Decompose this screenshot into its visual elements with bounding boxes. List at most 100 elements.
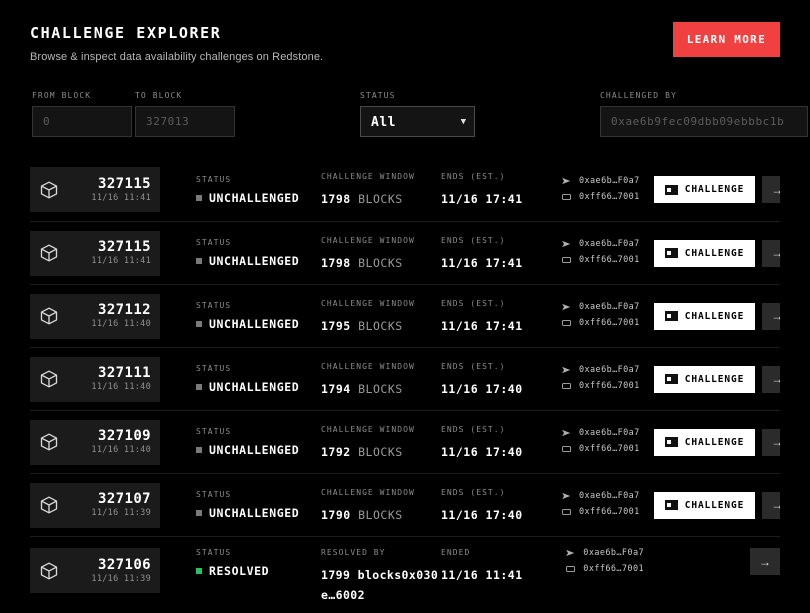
block-card[interactable]: 327115 11/16 11:41 bbox=[30, 230, 160, 276]
filter-bar: FROM BLOCK TO BLOCK STATUS All ▼ CHALLEN… bbox=[30, 91, 808, 141]
ends-cell: ENDS (EST.) 11/16 17:40 bbox=[441, 362, 561, 397]
block-card[interactable]: 327111 11/16 11:40 bbox=[30, 356, 160, 402]
learn-more-button[interactable]: LEARN MORE bbox=[672, 22, 780, 57]
from-block-input[interactable] bbox=[32, 106, 132, 137]
block-card[interactable]: 327112 11/16 11:40 bbox=[30, 293, 160, 339]
send-icon bbox=[566, 549, 575, 557]
challenge-button[interactable]: CHALLENGE bbox=[653, 239, 756, 267]
resolver-address[interactable]: 0xff66…7001 bbox=[561, 255, 640, 265]
to-block-field-group: TO BLOCK bbox=[135, 91, 235, 137]
proposer-address[interactable]: 0xae6b…F0a7 bbox=[561, 365, 640, 375]
block-card[interactable]: 327115 11/16 11:41 bbox=[30, 167, 160, 212]
proposer-address-text: 0xae6b…F0a7 bbox=[579, 302, 640, 312]
ends-value: 11/16 17:41 bbox=[441, 192, 523, 206]
status-badge: UNCHALLENGED bbox=[196, 380, 321, 394]
resolver-address-text: 0xff66…7001 bbox=[579, 444, 640, 454]
challenge-window-label: CHALLENGE WINDOW bbox=[321, 172, 415, 181]
block-card[interactable]: 327107 11/16 11:39 bbox=[30, 482, 160, 528]
shield-icon bbox=[664, 184, 678, 195]
table-row[interactable]: 327106 11/16 11:39 STATUS RESOLVED RESOL… bbox=[30, 536, 780, 613]
challenged-by-label: CHALLENGED BY bbox=[600, 91, 677, 100]
status-label: STATUS bbox=[196, 548, 232, 557]
proposer-address-text: 0xae6b…F0a7 bbox=[579, 428, 640, 438]
challenge-button[interactable]: CHALLENGE bbox=[653, 365, 756, 393]
block-meta: 327109 11/16 11:40 bbox=[59, 428, 151, 456]
resolver-address[interactable]: 0xff66…7001 bbox=[561, 381, 640, 391]
challenge-button-label: CHALLENGE bbox=[684, 499, 745, 511]
resolver-address[interactable]: 0xff66…7001 bbox=[561, 192, 640, 202]
proposer-address[interactable]: 0xae6b…F0a7 bbox=[561, 491, 640, 501]
shield-icon bbox=[664, 437, 678, 447]
proposer-address-text: 0xae6b…F0a7 bbox=[583, 548, 644, 558]
resolved-by-label: RESOLVED BY bbox=[321, 548, 386, 557]
status-dot-icon bbox=[196, 194, 202, 201]
challenge-window-value: 1792 BLOCKS bbox=[321, 444, 403, 459]
row-detail-arrow-button[interactable]: → bbox=[762, 239, 780, 267]
to-block-input[interactable] bbox=[135, 106, 235, 137]
proposer-address[interactable]: 0xae6b…F0a7 bbox=[565, 548, 644, 558]
status-value: UNCHALLENGED bbox=[209, 190, 300, 205]
status-label: STATUS bbox=[196, 174, 232, 184]
challenge-button[interactable]: CHALLENGE bbox=[653, 428, 756, 456]
row-detail-arrow-button[interactable]: → bbox=[762, 365, 780, 393]
proposer-address-text: 0xae6b…F0a7 bbox=[579, 175, 640, 186]
challenged-by-input[interactable] bbox=[600, 106, 808, 137]
challenge-button[interactable]: CHALLENGE bbox=[653, 176, 756, 203]
shield-icon bbox=[664, 374, 678, 384]
ends-cell: ENDS (EST.) 11/16 17:41 bbox=[441, 172, 561, 207]
send-icon bbox=[562, 366, 571, 374]
status-badge: UNCHALLENGED bbox=[196, 254, 321, 268]
challenge-list: 327115 11/16 11:41 STATUS UNCHALLENGED C… bbox=[30, 158, 780, 613]
proposer-address[interactable]: 0xae6b…F0a7 bbox=[561, 302, 640, 312]
proposer-address[interactable]: 0xae6b…F0a7 bbox=[561, 239, 640, 249]
block-card[interactable]: 327109 11/16 11:40 bbox=[30, 419, 160, 465]
status-cell: STATUS UNCHALLENGED bbox=[196, 301, 321, 331]
block-meta: 327115 11/16 11:41 bbox=[59, 239, 151, 267]
table-row[interactable]: 327115 11/16 11:41 STATUS UNCHALLENGED C… bbox=[30, 221, 780, 284]
challenge-explorer-page: CHALLENGE EXPLORER Browse & inspect data… bbox=[0, 0, 810, 613]
row-detail-arrow-button[interactable]: → bbox=[762, 491, 780, 519]
challenge-window-value: 1790 BLOCKS bbox=[321, 507, 403, 522]
row-detail-arrow-button[interactable]: → bbox=[762, 176, 780, 203]
table-row[interactable]: 327111 11/16 11:40 STATUS UNCHALLENGED C… bbox=[30, 347, 780, 410]
challenge-button[interactable]: CHALLENGE bbox=[653, 302, 756, 330]
table-row[interactable]: 327112 11/16 11:40 STATUS UNCHALLENGED C… bbox=[30, 284, 780, 347]
challenge-window-value: 1798 BLOCKS bbox=[321, 192, 403, 206]
send-icon bbox=[562, 429, 571, 437]
status-label: STATUS bbox=[196, 238, 232, 247]
challenge-window-cell: CHALLENGE WINDOW 1792 BLOCKS bbox=[321, 425, 441, 460]
status-label: STATUS bbox=[196, 301, 232, 310]
status-label: STATUS bbox=[196, 364, 232, 373]
block-number: 327109 bbox=[98, 428, 151, 445]
challenge-button[interactable]: CHALLENGE bbox=[653, 491, 756, 519]
status-badge: UNCHALLENGED bbox=[196, 506, 321, 520]
challenge-button-label: CHALLENGE bbox=[684, 310, 745, 322]
block-card[interactable]: 327106 11/16 11:39 bbox=[30, 548, 160, 593]
resolver-address[interactable]: 0xff66…7001 bbox=[561, 507, 640, 517]
proposer-address[interactable]: 0xae6b…F0a7 bbox=[561, 428, 640, 438]
ends-cell: ENDS (EST.) 11/16 17:40 bbox=[441, 488, 561, 523]
cube-icon bbox=[40, 562, 58, 579]
resolver-address[interactable]: 0xff66…7001 bbox=[565, 564, 644, 574]
block-meta: 327107 11/16 11:39 bbox=[59, 491, 151, 519]
resolver-address-text: 0xff66…7001 bbox=[579, 507, 640, 517]
table-row[interactable]: 327107 11/16 11:39 STATUS UNCHALLENGED C… bbox=[30, 473, 780, 536]
ends-label: ENDS (EST.) bbox=[441, 298, 506, 308]
challenge-window-cell: CHALLENGE WINDOW 1798 BLOCKS bbox=[321, 172, 441, 207]
table-row[interactable]: 327115 11/16 11:41 STATUS UNCHALLENGED C… bbox=[30, 158, 780, 221]
row-detail-arrow-button[interactable]: → bbox=[762, 428, 780, 456]
row-detail-arrow-button[interactable]: → bbox=[762, 302, 780, 330]
block-number: 327115 bbox=[98, 239, 151, 256]
row-detail-arrow-button[interactable]: → bbox=[750, 548, 780, 575]
proposer-address[interactable]: 0xae6b…F0a7 bbox=[561, 176, 640, 186]
status-select[interactable]: All bbox=[360, 106, 475, 137]
resolver-address[interactable]: 0xff66…7001 bbox=[561, 318, 640, 328]
challenge-button-label: CHALLENGE bbox=[684, 247, 745, 259]
challenge-window-cell: CHALLENGE WINDOW 1795 BLOCKS bbox=[321, 299, 441, 334]
block-meta: 327111 11/16 11:40 bbox=[59, 365, 151, 393]
table-row[interactable]: 327109 11/16 11:40 STATUS UNCHALLENGED C… bbox=[30, 410, 780, 473]
block-number: 327112 bbox=[98, 302, 151, 319]
resolver-address[interactable]: 0xff66…7001 bbox=[561, 444, 640, 454]
from-block-field-group: FROM BLOCK bbox=[32, 91, 132, 137]
send-icon bbox=[562, 240, 571, 248]
